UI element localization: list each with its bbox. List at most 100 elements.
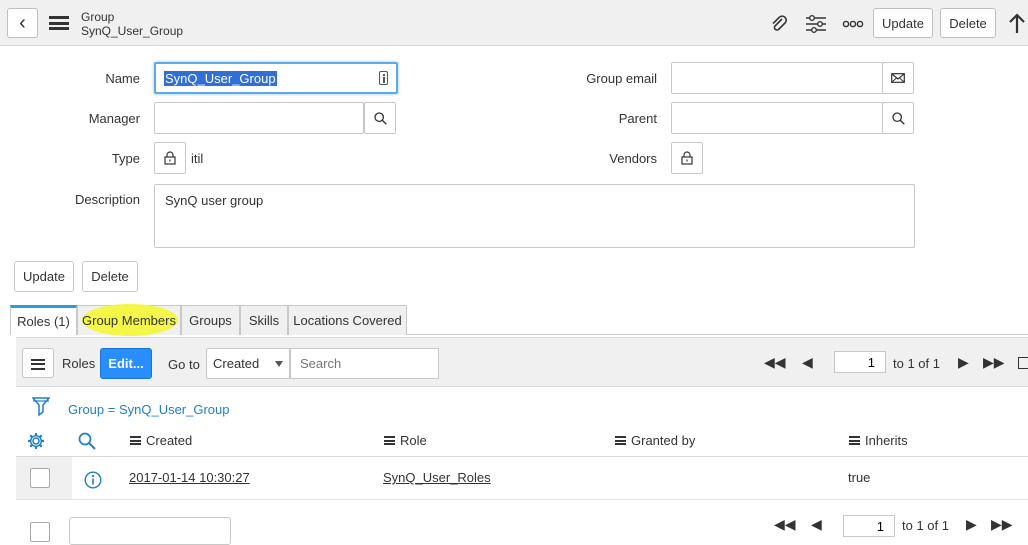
parent-label: Parent — [618, 111, 657, 126]
sliders-icon — [806, 15, 826, 33]
header-delete-button[interactable]: Delete — [940, 8, 996, 38]
lock-icon — [164, 151, 176, 165]
update-button[interactable]: Update — [14, 261, 74, 292]
vendors-label: Vendors — [609, 151, 657, 166]
column-menu-icon — [849, 436, 860, 445]
filter-button[interactable] — [30, 396, 52, 418]
tab-roles-label: Roles (1) — [17, 314, 70, 329]
list-menu-button[interactable] — [22, 348, 54, 378]
row-checkbox[interactable] — [30, 468, 50, 488]
column-header-inherits[interactable]: Inherits — [849, 433, 908, 448]
record-title: Group — [81, 10, 115, 24]
tab-locations-covered-label: Locations Covered — [293, 313, 402, 328]
type-value: itil — [191, 151, 204, 166]
column-menu-icon — [615, 436, 626, 445]
description-value: SynQ user group — [165, 193, 264, 208]
back-button[interactable]: ‹ — [7, 8, 38, 38]
type-unlock-button[interactable] — [154, 142, 186, 174]
type-label: Type — [111, 151, 140, 166]
bottom-page-number-input[interactable] — [843, 515, 895, 537]
arrow-up-icon — [1009, 13, 1025, 33]
tab-groups-label: Groups — [189, 313, 232, 328]
tab-roles[interactable]: Roles (1) — [10, 305, 77, 335]
created-link[interactable]: 2017-01-14 10:30:27 — [129, 470, 250, 485]
tab-locations-covered[interactable]: Locations Covered — [288, 305, 407, 335]
search-icon — [78, 432, 96, 450]
edit-button[interactable]: Edit... — [100, 348, 152, 379]
collapse-icon[interactable] — [1018, 357, 1028, 369]
preview-record-button[interactable] — [82, 470, 104, 490]
parent-lookup-button[interactable] — [882, 102, 914, 134]
tab-skills-label: Skills — [248, 313, 280, 328]
send-email-button[interactable] — [882, 62, 914, 94]
next-page-button[interactable]: ▶ — [958, 354, 969, 371]
column-header-granted-by[interactable]: Granted by — [615, 433, 695, 448]
first-page-button[interactable]: ◀◀ — [764, 354, 786, 371]
inherits-value: true — [848, 470, 871, 485]
tab-groups[interactable]: Groups — [181, 305, 240, 335]
column-menu-icon — [384, 436, 395, 445]
header-update-button[interactable]: Update — [873, 8, 933, 38]
select-all-checkbox[interactable] — [30, 522, 50, 542]
table-row: 2017-01-14 10:30:27 SynQ_User_Roles true — [16, 457, 1028, 499]
list-search-button[interactable] — [76, 431, 98, 451]
name-value: SynQ_User_Group — [164, 71, 277, 86]
group-email-field[interactable] — [671, 62, 883, 94]
role-link[interactable]: SynQ_User_Roles — [383, 470, 491, 485]
scroll-top-button[interactable] — [1006, 10, 1028, 36]
row-checkbox-cell — [16, 457, 72, 499]
envelope-icon — [891, 73, 905, 83]
column-header-label: Role — [400, 433, 427, 448]
group-email-label: Group email — [586, 71, 657, 86]
filter-icon — [32, 397, 50, 417]
name-field[interactable]: SynQ_User_Group — [154, 62, 398, 94]
tab-skills[interactable]: Skills — [240, 305, 288, 335]
row-divider — [16, 499, 1028, 500]
search-input[interactable] — [290, 348, 439, 379]
bottom-first-page-button[interactable]: ◀◀ — [774, 516, 796, 533]
bottom-last-page-button[interactable]: ▶▶ — [991, 516, 1013, 533]
column-header-label: Inherits — [865, 433, 908, 448]
vendors-unlock-button[interactable] — [671, 142, 703, 174]
delete-button[interactable]: Delete — [82, 261, 138, 292]
goto-select[interactable]: Created — [206, 348, 290, 379]
column-header-role[interactable]: Role — [384, 433, 427, 448]
lock-icon — [681, 151, 693, 165]
description-field[interactable]: SynQ user group — [154, 184, 915, 248]
paperclip-icon — [772, 15, 787, 31]
form-header: ‹ Group SynQ_User_Group Update Delete — [0, 0, 1028, 46]
filter-breadcrumb[interactable]: Group = SynQ_User_Group — [68, 402, 230, 417]
description-label: Description — [74, 192, 140, 207]
column-header-label: Granted by — [631, 433, 696, 448]
column-menu-icon — [130, 436, 141, 445]
gear-icon — [28, 433, 44, 449]
bottom-next-page-button[interactable]: ▶ — [966, 516, 977, 533]
name-label: Name — [105, 71, 140, 86]
page-number-input[interactable] — [834, 351, 886, 373]
prev-page-button[interactable]: ◀ — [802, 354, 813, 371]
manager-lookup-button[interactable] — [364, 102, 396, 134]
chevron-left-icon: ‹ — [19, 12, 26, 34]
attachment-button[interactable] — [767, 12, 791, 36]
goto-select-value: Created — [213, 356, 260, 371]
personalize-form-button[interactable] — [804, 12, 828, 36]
tab-group-members[interactable]: Group Members — [77, 304, 181, 336]
list-settings-button[interactable] — [25, 431, 47, 451]
page-count: to 1 of 1 — [893, 356, 940, 371]
last-page-button[interactable]: ▶▶ — [983, 354, 1005, 371]
ellipsis-icon — [842, 20, 864, 28]
actions-select[interactable] — [69, 517, 231, 545]
column-header-created[interactable]: Created — [130, 433, 192, 448]
bottom-prev-page-button[interactable]: ◀ — [811, 516, 822, 533]
caret-down-icon — [275, 361, 283, 367]
hamburger-icon — [31, 358, 45, 370]
parent-field[interactable] — [671, 102, 883, 134]
context-menu-button[interactable] — [48, 12, 70, 34]
tab-group-members-label: Group Members — [82, 313, 176, 328]
manager-label: Manager — [88, 111, 140, 126]
list-toolbar: Roles Edit... Go to Created ◀◀ ◀ to 1 of… — [16, 337, 1028, 387]
record-subtitle: SynQ_User_Group — [81, 24, 184, 38]
more-options-button[interactable] — [841, 14, 865, 34]
manager-field[interactable] — [154, 102, 364, 134]
hamburger-icon — [49, 16, 69, 30]
